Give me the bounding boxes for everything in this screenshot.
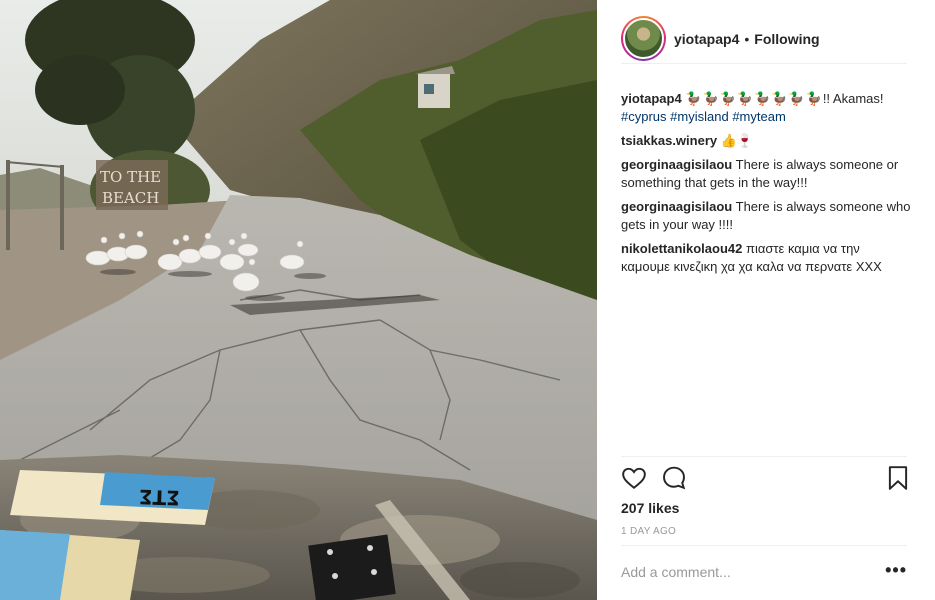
like-count[interactable]: 207 likes <box>621 500 679 516</box>
avatar-image <box>623 18 664 59</box>
header-username-link[interactable]: yiotapap4 <box>674 31 739 47</box>
comment-list: yiotapap4 🦆🦆🦆🦆🦆🦆🦆🦆!! Akamas! #cyprus #my… <box>621 90 911 282</box>
sign-line2: BEACH <box>102 189 159 207</box>
action-bar <box>621 465 911 495</box>
hashtag-link[interactable]: #cyprus <box>621 109 667 124</box>
caption-text: !! Akamas! <box>822 91 884 106</box>
comment-input[interactable] <box>621 560 861 584</box>
hashtag-link[interactable]: #myisland <box>670 109 729 124</box>
bookmark-icon[interactable] <box>885 465 911 491</box>
photo-scene: TO THE BEACH ΣΤΣ <box>0 0 597 600</box>
add-comment-bar: ••• <box>621 560 907 586</box>
sign-line1: TO THE <box>100 168 161 186</box>
comment-item: georginaagisilaou There is always someon… <box>621 156 911 192</box>
caption: yiotapap4 🦆🦆🦆🦆🦆🦆🦆🦆!! Akamas! #cyprus #my… <box>621 90 911 126</box>
more-options-button[interactable]: ••• <box>885 560 907 580</box>
comment-item: tsiakkas.winery 👍🍷 <box>621 132 911 150</box>
caption-username-link[interactable]: yiotapap4 <box>621 91 682 106</box>
comment-text: 👍🍷 <box>720 133 754 148</box>
post-photo[interactable]: TO THE BEACH ΣΤΣ <box>0 0 597 600</box>
comment-item: nikolettanikolaou42 πιαστε καμια να την … <box>621 240 911 276</box>
avatar[interactable] <box>621 16 666 61</box>
post-sidebar: yiotapap4 • Following yiotapap4 🦆🦆🦆🦆🦆🦆🦆🦆… <box>597 0 935 600</box>
comment-icon[interactable] <box>661 465 687 491</box>
comment-username-link[interactable]: georginaagisilaou <box>621 157 732 172</box>
comment-item: georginaagisilaou There is always someon… <box>621 198 911 234</box>
comment-username-link[interactable]: tsiakkas.winery <box>621 133 717 148</box>
following-button[interactable]: Following <box>754 31 819 47</box>
comment-username-link[interactable]: nikolettanikolaou42 <box>621 241 742 256</box>
instagram-post: TO THE BEACH ΣΤΣ yiotapap4 • Following y… <box>0 0 935 600</box>
header-separator: • <box>744 30 750 47</box>
hashtag-link[interactable]: #myteam <box>732 109 785 124</box>
heart-icon[interactable] <box>621 465 647 491</box>
sticker-text: ΣΤΣ <box>139 485 181 510</box>
divider <box>621 545 907 546</box>
divider <box>621 456 907 457</box>
comment-username-link[interactable]: georginaagisilaou <box>621 199 732 214</box>
post-header: yiotapap4 • Following <box>621 14 907 64</box>
post-timestamp[interactable]: 1 DAY AGO <box>621 526 676 537</box>
caption-emoji: 🦆🦆🦆🦆🦆🦆🦆🦆 <box>685 91 823 106</box>
